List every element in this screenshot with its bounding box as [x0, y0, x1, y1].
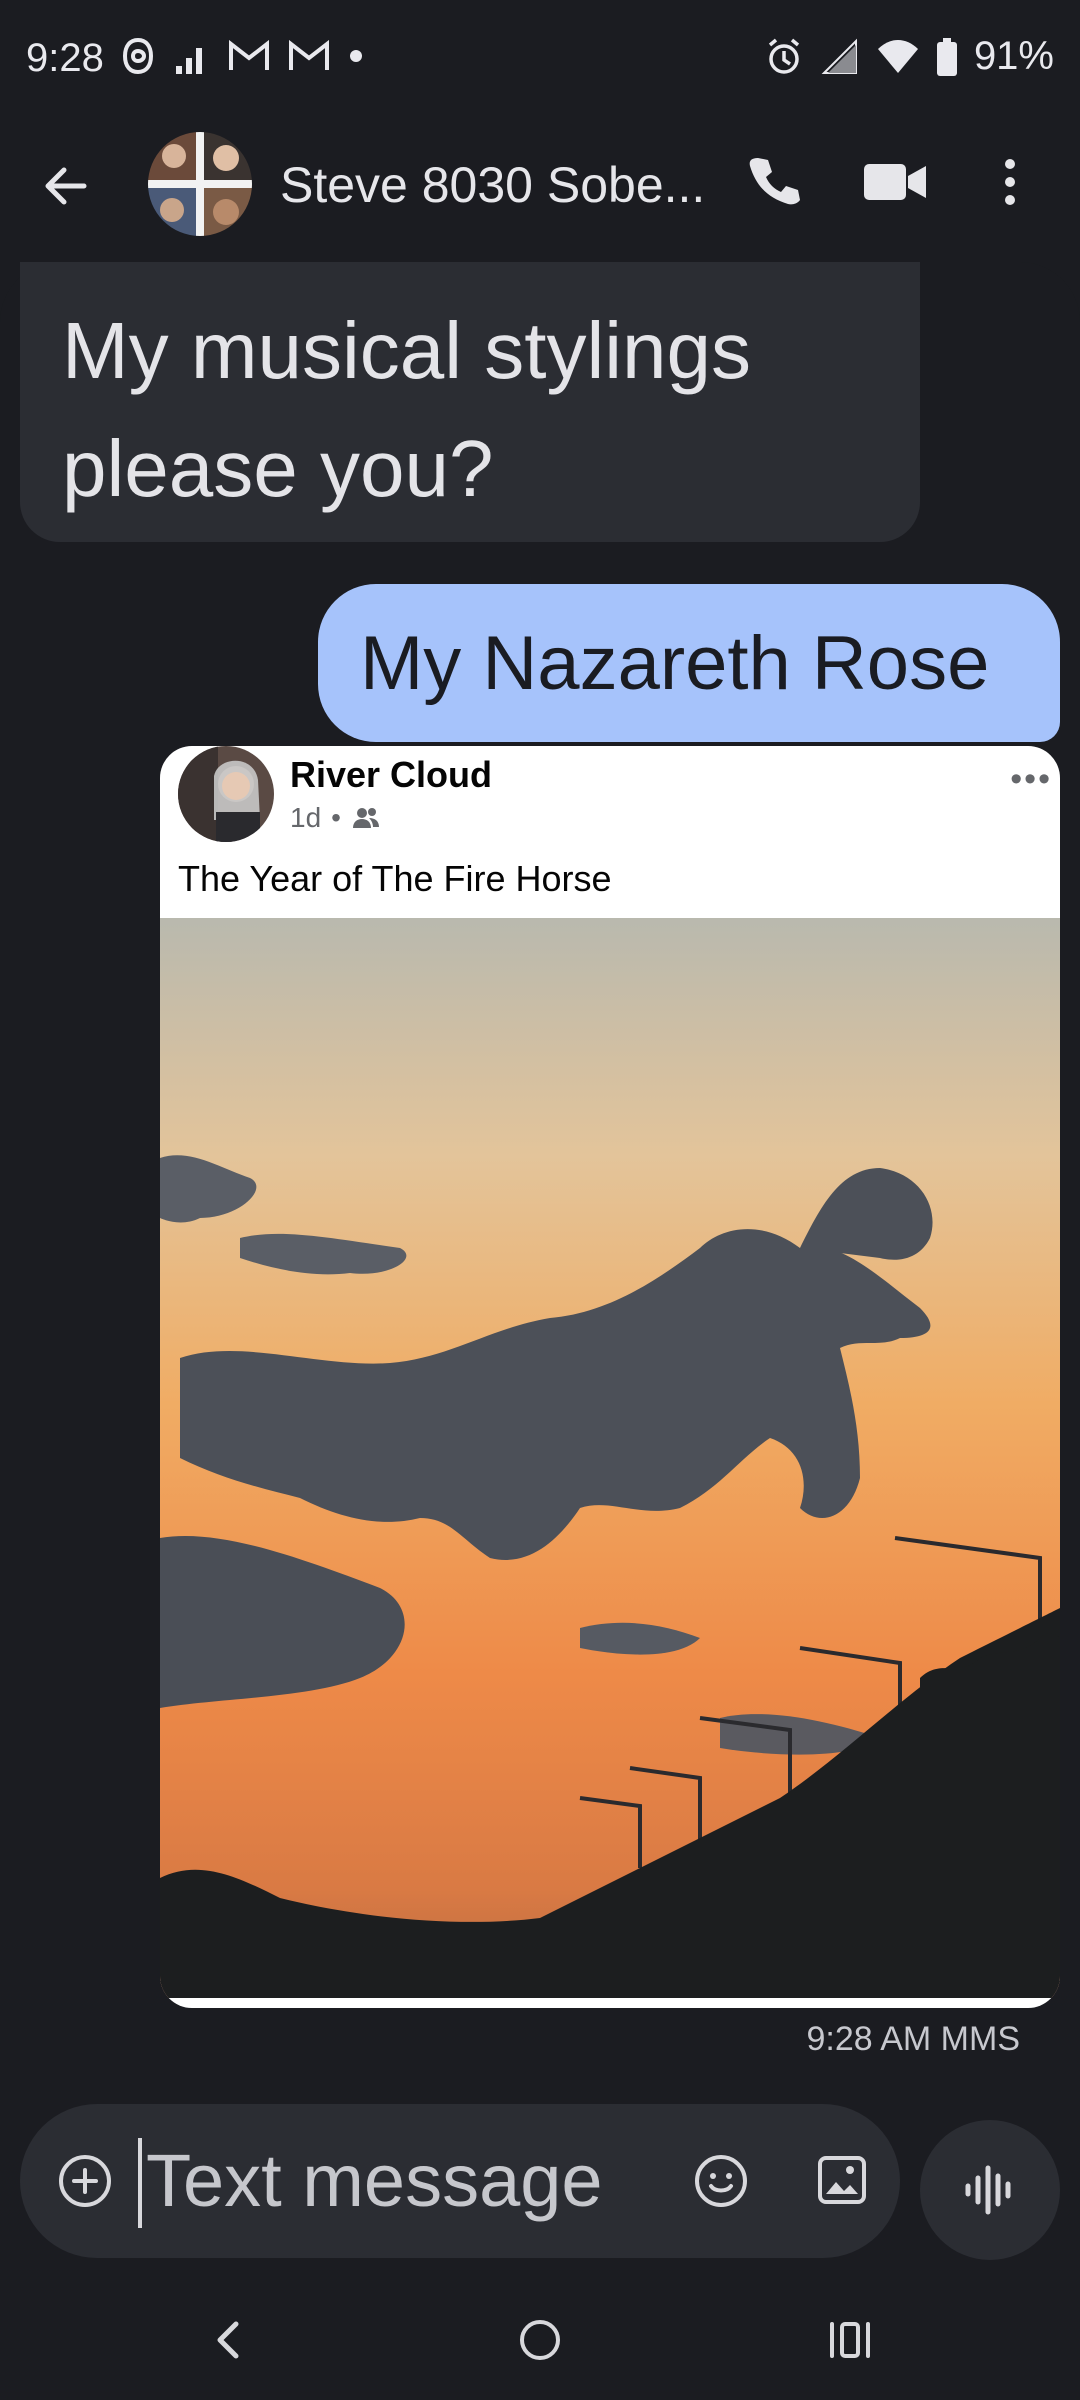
timestamp-time: 9:28 AM — [806, 2020, 932, 2058]
gmail-icon — [229, 40, 269, 70]
post-author-avatar — [178, 746, 274, 842]
system-icons: 91% — [764, 34, 1054, 79]
cell-signal-icon — [821, 38, 857, 74]
more-options-button[interactable] — [990, 150, 1030, 214]
contact-avatar[interactable] — [148, 132, 252, 236]
battery-icon — [936, 37, 957, 76]
text-message-input[interactable] — [144, 2124, 668, 2236]
post-more-icon: ••• — [1010, 760, 1052, 798]
nav-recents-button[interactable] — [820, 2310, 880, 2370]
mms-image-attachment[interactable]: River Cloud 1d • ••• The Year of The Fir… — [160, 746, 1060, 2008]
sunset-horse-cloud-photo — [160, 918, 1060, 1998]
image-icon — [818, 2156, 866, 2204]
message-composer — [20, 2104, 900, 2258]
meta-separator: • — [331, 802, 341, 833]
more-vert-icon — [1005, 159, 1015, 205]
phone-icon — [749, 158, 800, 205]
gmail-icon — [289, 40, 329, 70]
video-icon — [864, 164, 926, 200]
nav-back-icon — [217, 2321, 239, 2359]
text-cursor — [138, 2138, 142, 2228]
call-button[interactable] — [740, 150, 804, 214]
system-nav-bar — [0, 2280, 1080, 2400]
threads-icon — [122, 37, 154, 75]
gallery-button[interactable] — [812, 2150, 872, 2210]
message-type: MMS — [940, 2020, 1020, 2058]
alarm-icon — [768, 38, 800, 74]
outgoing-message-bubble[interactable]: My Nazareth Rose — [318, 584, 1060, 742]
post-age: 1d — [290, 802, 322, 833]
message-text: My musical stylings please you? — [62, 306, 752, 513]
message-timestamp: 9:28 AM MMS — [806, 2020, 1020, 2059]
nav-back-button[interactable] — [200, 2310, 260, 2370]
nav-home-button[interactable] — [510, 2310, 570, 2370]
back-arrow-icon — [45, 167, 87, 205]
waveform-icon — [965, 2165, 1011, 2215]
incoming-message-bubble[interactable]: My musical stylings please you? — [20, 262, 920, 542]
message-text: My Nazareth Rose — [360, 621, 990, 706]
video-call-button[interactable] — [860, 150, 930, 214]
nav-recents-icon — [830, 2322, 870, 2358]
back-button[interactable] — [36, 156, 96, 216]
plus-circle-icon — [59, 2155, 111, 2207]
nav-home-icon — [520, 2320, 560, 2360]
battery-percent: 91% — [973, 34, 1054, 78]
group-avatar-image — [148, 132, 252, 236]
post-caption: The Year of The Fire Horse — [178, 858, 612, 899]
add-attachment-button[interactable] — [54, 2150, 116, 2212]
status-bar: 9:28 91% — [0, 0, 1080, 120]
post-author-name: River Cloud — [290, 754, 493, 795]
emoji-icon — [695, 2155, 747, 2207]
post-meta: 1d • — [290, 802, 381, 834]
voice-message-button[interactable] — [920, 2120, 1060, 2260]
emoji-button[interactable] — [690, 2150, 752, 2212]
wifi-icon — [877, 39, 918, 73]
contact-name[interactable]: Steve 8030 Sobe... — [280, 156, 705, 214]
friends-icon — [352, 808, 379, 828]
signal-icon — [176, 48, 202, 74]
notification-icons — [120, 36, 364, 76]
status-time: 9:28 — [26, 36, 104, 80]
dot-icon — [350, 50, 362, 62]
